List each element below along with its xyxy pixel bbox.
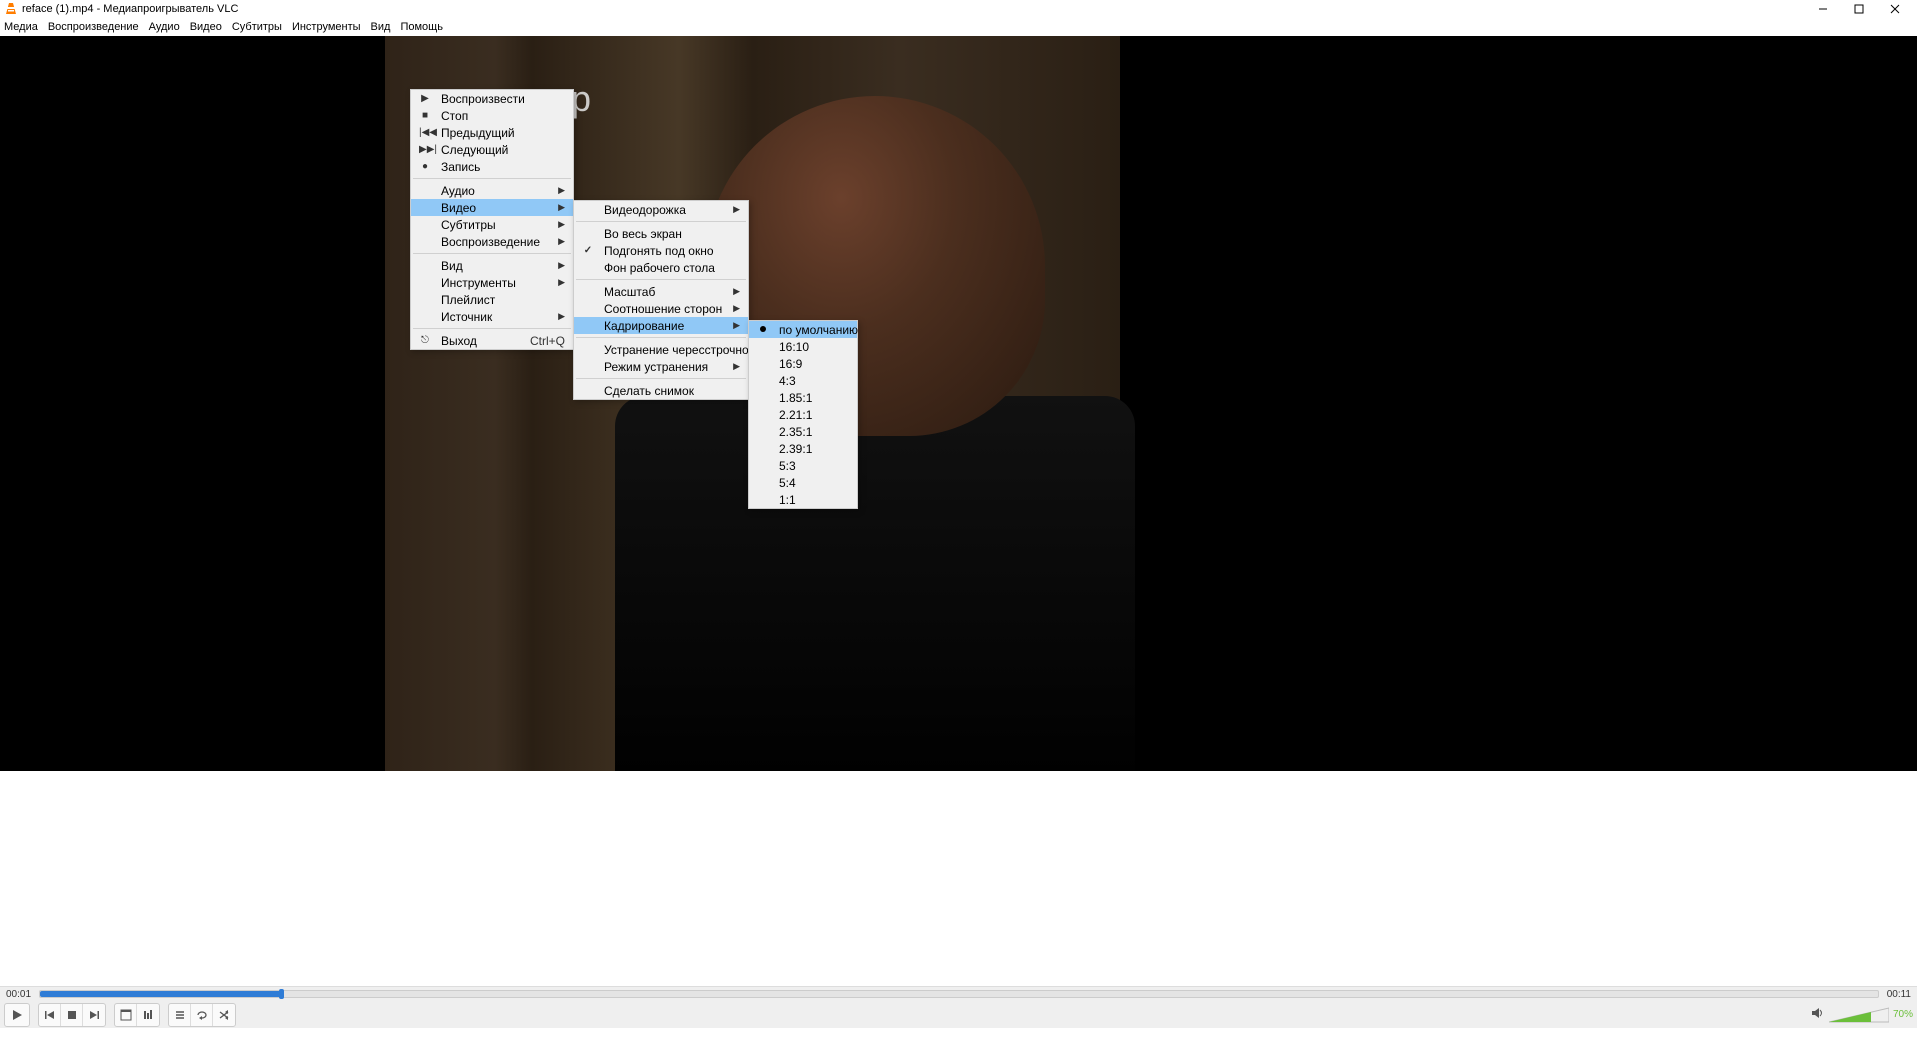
chevron-right-icon: ▶ bbox=[733, 286, 740, 297]
radio-icon bbox=[757, 324, 769, 335]
time-total[interactable]: 00:11 bbox=[1887, 989, 1911, 1000]
minimize-button[interactable] bbox=[1805, 0, 1841, 18]
crop-2-39-1[interactable]: 2.39:1 bbox=[749, 440, 857, 457]
ctx-stop[interactable]: ■Стоп bbox=[411, 107, 573, 124]
playlist-group bbox=[168, 1003, 236, 1027]
window-title: reface (1).mp4 - Медиапроигрыватель VLC bbox=[22, 3, 238, 15]
ctx-playback[interactable]: Воспроизведение▶ bbox=[411, 233, 573, 250]
record-icon: ● bbox=[419, 162, 431, 172]
loop-button[interactable] bbox=[191, 1004, 213, 1026]
context-menu-video: Видеодорожка▶ Во весь экран ✓Подгонять п… bbox=[573, 200, 749, 400]
menu-bar: Медиа Воспроизведение Аудио Видео Субтит… bbox=[0, 18, 1917, 36]
ctx-play[interactable]: ▶Воспроизвести bbox=[411, 90, 573, 107]
ctx-view[interactable]: Вид▶ bbox=[411, 257, 573, 274]
ctx-previous[interactable]: |◀◀Предыдущий bbox=[411, 124, 573, 141]
time-elapsed[interactable]: 00:01 bbox=[6, 989, 31, 1000]
menu-view[interactable]: Вид bbox=[371, 21, 391, 33]
chevron-right-icon: ▶ bbox=[558, 277, 565, 288]
vlc-icon bbox=[4, 2, 18, 16]
crop-16-10[interactable]: 16:10 bbox=[749, 338, 857, 355]
maximize-button[interactable] bbox=[1841, 0, 1877, 18]
volume-area: 70% bbox=[1811, 1006, 1913, 1024]
close-button[interactable] bbox=[1877, 0, 1913, 18]
ctx-video[interactable]: Видео▶ bbox=[411, 199, 573, 216]
crop-1-85-1[interactable]: 1.85:1 bbox=[749, 389, 857, 406]
menu-audio[interactable]: Аудио bbox=[149, 21, 180, 33]
ctx-crop[interactable]: Кадрирование▶ bbox=[574, 317, 748, 334]
crop-5-3[interactable]: 5:3 bbox=[749, 457, 857, 474]
ctx-snapshot[interactable]: Сделать снимок bbox=[574, 382, 748, 399]
chevron-right-icon: ▶ bbox=[558, 185, 565, 196]
ctx-next[interactable]: ▶▶|Следующий bbox=[411, 141, 573, 158]
next-button[interactable] bbox=[83, 1004, 105, 1026]
stop-button[interactable] bbox=[61, 1004, 83, 1026]
stop-icon: ■ bbox=[419, 110, 431, 121]
play-icon: ▶ bbox=[419, 93, 431, 104]
crop-4-3[interactable]: 4:3 bbox=[749, 372, 857, 389]
chevron-right-icon: ▶ bbox=[733, 204, 740, 215]
menu-subtitles[interactable]: Субтитры bbox=[232, 21, 282, 33]
context-menu-main: ▶Воспроизвести ■Стоп |◀◀Предыдущий ▶▶|Сл… bbox=[410, 89, 574, 350]
ctx-audio[interactable]: Аудио▶ bbox=[411, 182, 573, 199]
chevron-right-icon: ▶ bbox=[558, 311, 565, 322]
shuffle-button[interactable] bbox=[213, 1004, 235, 1026]
volume-slider[interactable] bbox=[1829, 1006, 1889, 1024]
seek-slider[interactable] bbox=[39, 990, 1879, 998]
volume-percent: 70% bbox=[1893, 1009, 1913, 1020]
ctx-fit-window[interactable]: ✓Подгонять под окно bbox=[574, 242, 748, 259]
crop-2-35-1[interactable]: 2.35:1 bbox=[749, 423, 857, 440]
chevron-right-icon: ▶ bbox=[558, 219, 565, 230]
ctx-exit[interactable]: ⎋ВыходCtrl+Q bbox=[411, 332, 573, 349]
next-icon: ▶▶| bbox=[419, 144, 431, 155]
menu-video[interactable]: Видео bbox=[190, 21, 222, 33]
ctx-subtitles[interactable]: Субтитры▶ bbox=[411, 216, 573, 233]
playlist-button[interactable] bbox=[169, 1004, 191, 1026]
chevron-right-icon: ▶ bbox=[733, 303, 740, 314]
seek-bar-row: 00:01 00:11 bbox=[0, 986, 1917, 1001]
ctx-zoom[interactable]: Масштаб▶ bbox=[574, 283, 748, 300]
ctx-video-track[interactable]: Видеодорожка▶ bbox=[574, 201, 748, 218]
menu-help[interactable]: Помощь bbox=[400, 21, 443, 33]
ext-settings-button[interactable] bbox=[137, 1004, 159, 1026]
crop-1-1[interactable]: 1:1 bbox=[749, 491, 857, 508]
previous-icon: |◀◀ bbox=[419, 127, 431, 138]
chevron-right-icon: ▶ bbox=[558, 202, 565, 213]
menu-media[interactable]: Медиа bbox=[4, 21, 38, 33]
control-bar: 70% bbox=[0, 1001, 1917, 1028]
ctx-wallpaper[interactable]: Фон рабочего стола bbox=[574, 259, 748, 276]
context-menu-crop: по умолчанию 16:10 16:9 4:3 1.85:1 2.21:… bbox=[748, 320, 858, 509]
exit-icon: ⎋ bbox=[419, 335, 431, 346]
crop-default[interactable]: по умолчанию bbox=[749, 321, 857, 338]
ctx-aspect[interactable]: Соотношение сторон▶ bbox=[574, 300, 748, 317]
menu-tools[interactable]: Инструменты bbox=[292, 21, 361, 33]
ctx-playlist[interactable]: Плейлист bbox=[411, 291, 573, 308]
window-controls bbox=[1805, 0, 1913, 18]
title-bar: reface (1).mp4 - Медиапроигрыватель VLC bbox=[0, 0, 1917, 18]
ctx-deinterlace[interactable]: Устранение чересстрочности▶ bbox=[574, 341, 748, 358]
playback-group bbox=[38, 1003, 106, 1027]
play-button[interactable] bbox=[4, 1003, 30, 1027]
video-area[interactable]: pp ▶Воспроизвести ■Стоп |◀◀Предыдущий ▶▶… bbox=[0, 36, 1917, 771]
ctx-fullscreen[interactable]: Во весь экран bbox=[574, 225, 748, 242]
view-group bbox=[114, 1003, 160, 1027]
crop-16-9[interactable]: 16:9 bbox=[749, 355, 857, 372]
menu-playback[interactable]: Воспроизведение bbox=[48, 21, 139, 33]
chevron-right-icon: ▶ bbox=[733, 361, 740, 372]
speaker-icon[interactable] bbox=[1811, 1006, 1825, 1023]
previous-button[interactable] bbox=[39, 1004, 61, 1026]
chevron-right-icon: ▶ bbox=[558, 236, 565, 247]
ctx-deinterlace-mode[interactable]: Режим устранения▶ bbox=[574, 358, 748, 375]
shortcut-label: Ctrl+Q bbox=[510, 334, 565, 348]
ctx-tools[interactable]: Инструменты▶ bbox=[411, 274, 573, 291]
fullscreen-button[interactable] bbox=[115, 1004, 137, 1026]
check-icon: ✓ bbox=[582, 245, 594, 256]
ctx-record[interactable]: ●Запись bbox=[411, 158, 573, 175]
crop-5-4[interactable]: 5:4 bbox=[749, 474, 857, 491]
crop-2-21-1[interactable]: 2.21:1 bbox=[749, 406, 857, 423]
chevron-right-icon: ▶ bbox=[733, 320, 740, 331]
chevron-right-icon: ▶ bbox=[558, 260, 565, 271]
ctx-source[interactable]: Источник▶ bbox=[411, 308, 573, 325]
